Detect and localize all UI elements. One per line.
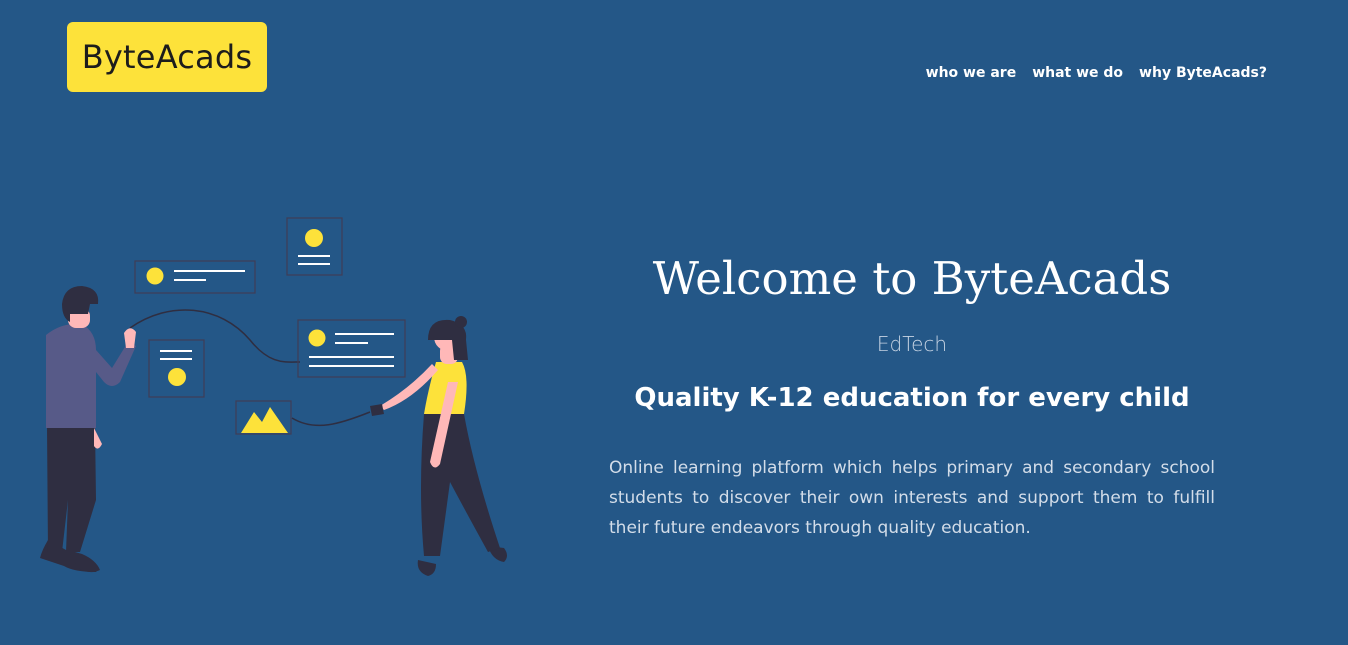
- hero-title: Welcome to ByteAcads: [652, 252, 1172, 305]
- hero-description: Online learning platform which helps pri…: [609, 458, 1215, 538]
- woman-figure-icon: [370, 316, 507, 576]
- hero-section: Welcome to ByteAcads EdTech Quality K-12…: [609, 245, 1215, 543]
- hero-tagline: EdTech: [876, 332, 948, 356]
- man-figure-icon: [40, 286, 136, 573]
- nav-link-why-byteacads[interactable]: why ByteAcads?: [1139, 63, 1267, 83]
- connector-line: [291, 411, 371, 427]
- profile-card-icon: [286, 217, 343, 276]
- nav-link-what-we-do[interactable]: what we do: [1032, 63, 1123, 83]
- hero-illustration: [40, 217, 507, 576]
- landing-page: ByteAcads who we are what we do why Byte…: [0, 0, 1348, 645]
- image-card-icon: [235, 400, 292, 435]
- nav-link-who-we-are[interactable]: who we are: [926, 63, 1017, 83]
- article-card-icon: [297, 319, 406, 378]
- connector-line: [129, 309, 301, 363]
- brand-logo[interactable]: ByteAcads: [67, 22, 267, 92]
- text-card-icon: [148, 339, 205, 398]
- content-card-icon: [134, 260, 256, 294]
- top-nav: who we are what we do why ByteAcads?: [926, 63, 1267, 83]
- hero-subtitle: Quality K-12 education for every child: [634, 383, 1190, 413]
